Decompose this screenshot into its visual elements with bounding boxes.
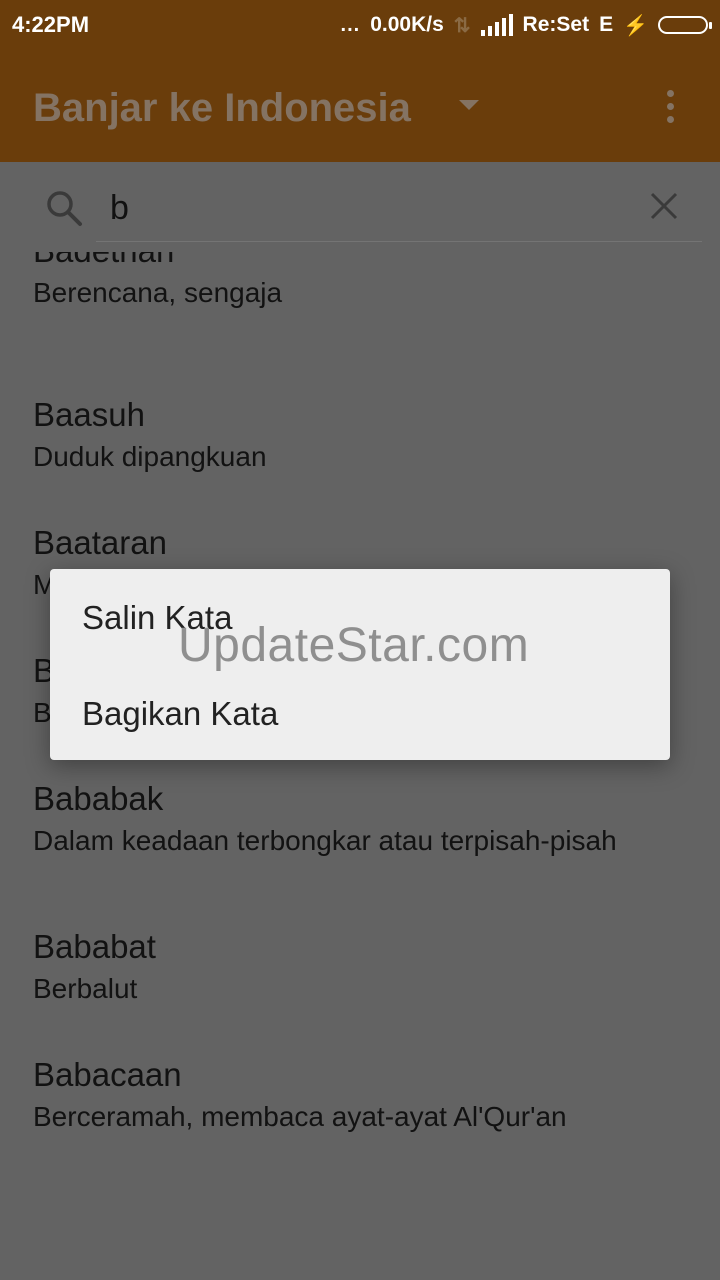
list-item[interactable]: Baasuh Duduk dipangkuan [33, 396, 683, 476]
word-entry: Babacaan [33, 1056, 182, 1093]
search-bar [0, 162, 720, 252]
more-options-icon[interactable] [667, 90, 677, 129]
notification-dots: ... [340, 13, 361, 36]
list-item[interactable]: Bababak Dalam keadaan terbongkar atau te… [33, 780, 633, 860]
network-type: E [599, 13, 614, 36]
word-list: Badethan Berencana, sengaja Baasuh Duduk… [0, 252, 720, 1280]
app-bar: Banjar ke Indonesia [0, 50, 720, 162]
copy-word-menu-item[interactable]: Salin Kata [82, 599, 232, 637]
dictionary-title[interactable]: Banjar ke Indonesia [33, 86, 411, 131]
status-time: 4:22PM [12, 12, 90, 37]
list-item[interactable]: Badethan Berencana, sengaja [33, 252, 683, 312]
word-meaning: Berbalut [33, 973, 138, 1004]
word-entry: Baataran [33, 524, 167, 561]
word-entry: Baasuh [33, 396, 145, 433]
network-speed: 0.00K/s [370, 13, 444, 36]
word-meaning: Duduk dipangkuan [33, 441, 267, 472]
search-input[interactable] [96, 176, 702, 242]
word-meaning: Berencana, sengaja [33, 277, 283, 308]
status-indicators: ... 0.00K/s ⇅ Re:Set E ⚡ [340, 12, 712, 38]
charging-icon: ⚡ [623, 14, 648, 37]
word-meaning: Berceramah, membaca ayat-ayat Al'Qur'an [33, 1101, 567, 1132]
data-activity-icon: ⇅ [453, 14, 471, 37]
carrier-name: Re:Set [522, 13, 590, 36]
word-entry: Bababat [33, 928, 156, 965]
list-item[interactable]: Bababat Berbalut [33, 928, 683, 1008]
context-menu: Salin Kata Bagikan Kata [50, 569, 670, 760]
signal-strength-icon [480, 14, 513, 36]
word-entry: Badethan [33, 252, 683, 270]
word-meaning: Dalam keadaan terbongkar atau terpisah-p… [33, 825, 617, 856]
share-word-menu-item[interactable]: Bagikan Kata [82, 695, 278, 733]
status-bar: 4:22PM ... 0.00K/s ⇅ Re:Set E ⚡ [0, 0, 720, 50]
close-icon[interactable] [648, 190, 680, 222]
battery-icon [658, 16, 712, 34]
word-entry: Bababak [33, 780, 164, 817]
search-icon [47, 191, 82, 226]
chevron-down-icon[interactable] [459, 100, 479, 110]
list-item[interactable]: Babacaan Berceramah, membaca ayat-ayat A… [33, 1056, 683, 1136]
